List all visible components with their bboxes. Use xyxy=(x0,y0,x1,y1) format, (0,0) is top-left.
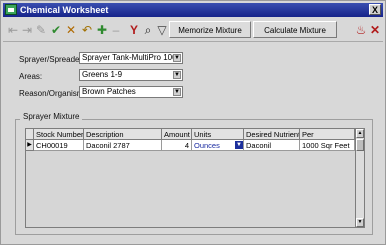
areas-label: Areas: xyxy=(19,72,43,81)
filter-funnel-icon[interactable]: ▽ xyxy=(155,22,169,38)
column-header-desired-nutrient[interactable]: Desired Nutrient xyxy=(244,129,300,140)
areas-value: Greens 1-9 xyxy=(82,70,123,79)
grid-vertical-scrollbar[interactable]: ▲ ▼ xyxy=(355,129,364,227)
scroll-down-icon[interactable]: ▼ xyxy=(356,218,364,227)
sprayer-mixture-title: Sprayer Mixture xyxy=(20,112,83,121)
chevron-down-icon[interactable]: ▼ xyxy=(235,141,243,149)
undo-icon[interactable]: ↶ xyxy=(80,22,94,38)
column-header-amount[interactable]: Amount xyxy=(162,129,192,140)
search-icon[interactable]: ⌕ xyxy=(141,22,155,38)
cell-desired-nutrient[interactable]: Daconil xyxy=(244,140,300,151)
chevron-down-icon[interactable]: ▼ xyxy=(173,71,181,79)
column-header-description[interactable]: Description xyxy=(84,129,162,140)
chevron-down-icon[interactable]: ▼ xyxy=(173,54,181,62)
reason-select[interactable]: Brown Patches ▼ xyxy=(79,86,183,98)
column-header-units[interactable]: Units xyxy=(192,129,244,140)
cell-per[interactable]: 1000 Sqr Feet xyxy=(300,140,355,151)
row-selector-header xyxy=(26,129,34,140)
cell-units-dropdown[interactable]: Ounces ▼ xyxy=(192,140,244,151)
save-icon[interactable]: ✔ xyxy=(49,22,63,38)
reason-value: Brown Patches xyxy=(82,87,136,96)
column-header-stock-number[interactable]: Stock Number xyxy=(34,129,84,140)
sprayer-value: Sprayer Tank-MultiPro 1000 xyxy=(82,53,182,62)
cancel-icon[interactable]: ✕ xyxy=(64,22,78,38)
calculate-mixture-button[interactable]: Calculate Mixture xyxy=(253,21,337,38)
areas-select[interactable]: Greens 1-9 ▼ xyxy=(79,69,183,81)
delete-row-icon[interactable]: – xyxy=(109,22,123,38)
window-title: Chemical Worksheet xyxy=(20,5,109,15)
units-value: Ounces xyxy=(194,141,220,150)
chemical-worksheet-window: Chemical Worksheet X ⇤ ⇥ ✎ ✔ ✕ ↶ ✚ – Y ⌕… xyxy=(0,0,386,245)
title-bar: Chemical Worksheet X xyxy=(3,3,383,17)
add-row-icon[interactable]: ✚ xyxy=(95,22,109,38)
chevron-down-icon[interactable]: ▼ xyxy=(173,88,181,96)
toolbar: ⇤ ⇥ ✎ ✔ ✕ ↶ ✚ – Y ⌕ ▽ Memorize Mixture C… xyxy=(3,19,383,42)
app-icon xyxy=(5,4,17,15)
cell-description[interactable]: Daconil 2787 xyxy=(84,140,162,151)
current-row-indicator-icon[interactable]: ▶ xyxy=(26,140,34,151)
first-record-icon[interactable]: ⇤ xyxy=(6,22,20,38)
reason-label: Reason/Organism: xyxy=(19,89,86,98)
scroll-up-icon[interactable]: ▲ xyxy=(356,129,364,138)
edit-icon[interactable]: ✎ xyxy=(34,22,48,38)
window-close-button[interactable]: X xyxy=(369,4,381,15)
column-header-per[interactable]: Per xyxy=(300,129,355,140)
close-icon[interactable]: ✕ xyxy=(368,22,382,38)
chemical-icon[interactable]: ♨ xyxy=(354,22,368,38)
memorize-mixture-button[interactable]: Memorize Mixture xyxy=(169,21,251,38)
scroll-thumb[interactable] xyxy=(356,139,364,151)
filter-icon[interactable]: Y xyxy=(127,22,141,38)
mixture-grid: Stock Number Description Amount Units De… xyxy=(25,128,365,228)
sprayer-select[interactable]: Sprayer Tank-MultiPro 1000 ▼ xyxy=(79,52,183,64)
cell-amount[interactable]: 4 xyxy=(162,140,192,151)
cell-stock-number[interactable]: CH00019 xyxy=(34,140,84,151)
next-record-icon[interactable]: ⇥ xyxy=(20,22,34,38)
sprayer-label: Sprayer/Spreader: xyxy=(19,55,85,64)
